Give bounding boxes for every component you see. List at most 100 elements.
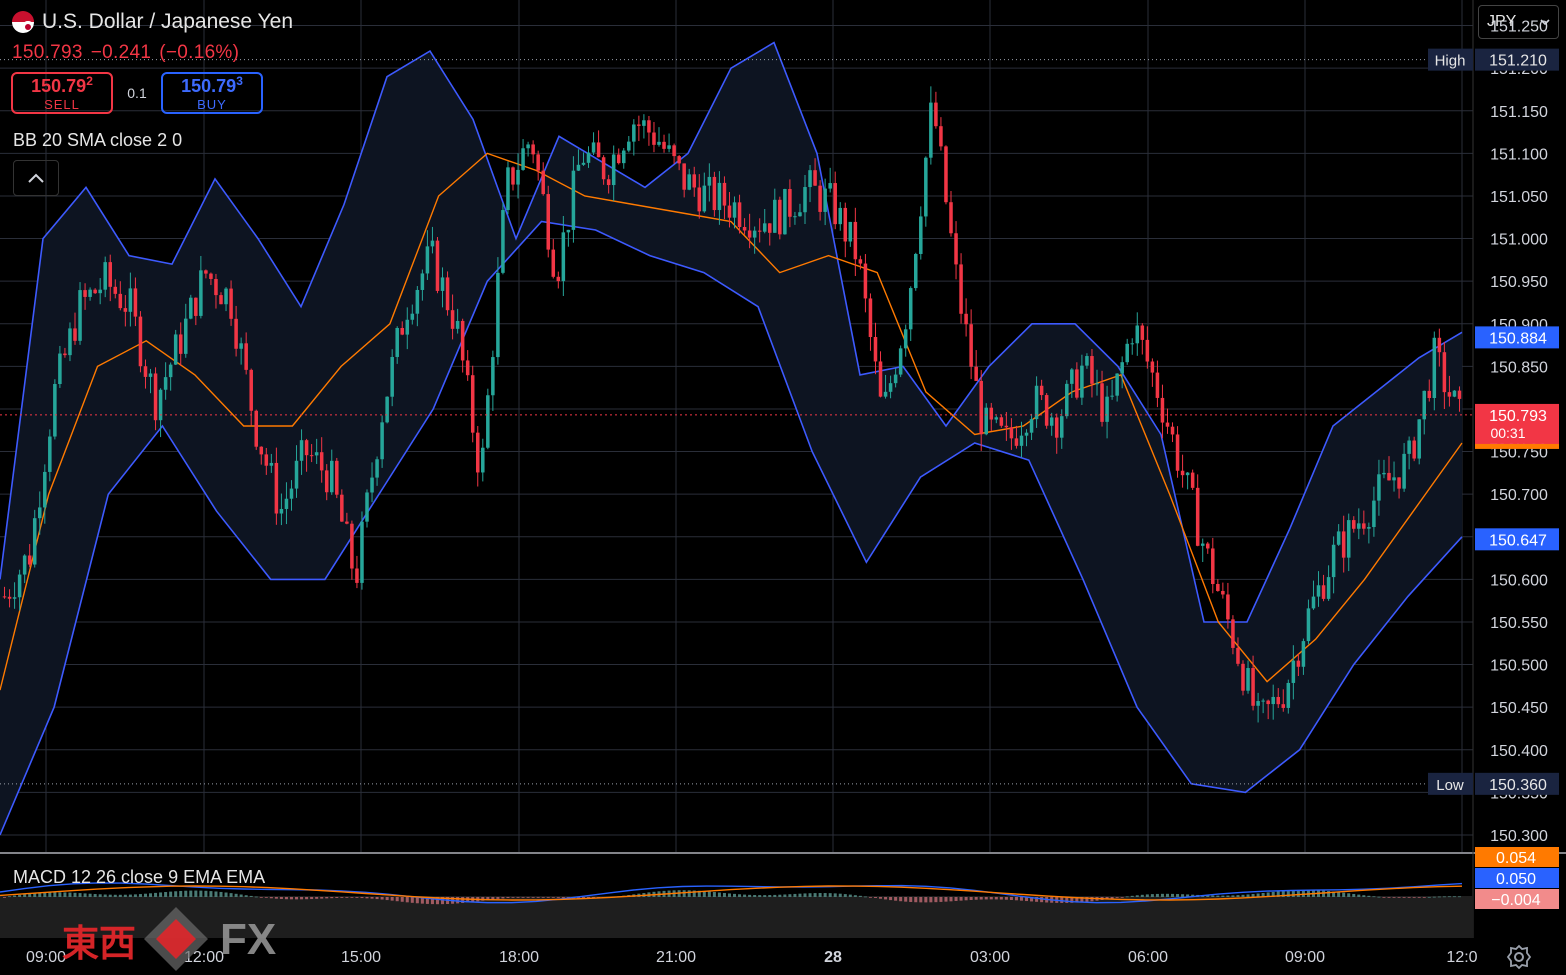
macd-histogram-bar [748, 894, 752, 897]
candle [78, 282, 82, 345]
candle [778, 196, 782, 240]
macd-histogram-bar [546, 897, 550, 898]
macd-histogram-bar [370, 897, 374, 899]
macd-histogram-bar [98, 894, 102, 897]
macd-histogram-bar [889, 897, 893, 901]
macd-histogram-bar [531, 897, 535, 898]
macd-histogram-bar [1115, 897, 1119, 898]
macd-histogram-bar [320, 897, 324, 899]
price-tick-label: 150.450 [1490, 700, 1548, 717]
candle [1241, 660, 1245, 696]
candle [1452, 390, 1457, 398]
macd-histogram-bar [108, 894, 112, 897]
macd-histogram-bar [1296, 890, 1300, 897]
macd-histogram-bar [1155, 893, 1159, 897]
candle [984, 403, 989, 436]
macd-histogram-bar [209, 891, 213, 897]
macd-histogram-bar [1171, 893, 1175, 897]
macd-histogram-bar [979, 897, 983, 900]
macd-histogram-bar [994, 897, 998, 900]
macd-histogram-bar [199, 890, 203, 897]
macd-histogram-bar [1226, 895, 1230, 897]
macd-histogram-bar [169, 891, 173, 897]
currency-select[interactable]: JPY [1478, 5, 1559, 39]
macd-histogram-bar [1437, 896, 1441, 898]
macd-histogram-bar [984, 897, 988, 900]
watermark-kanji: 東西 [62, 921, 136, 965]
macd-histogram-bar [249, 895, 253, 897]
currency-select-value: JPY [1487, 13, 1517, 30]
buy-label: BUY [197, 97, 227, 112]
macd-histogram-bar [793, 893, 797, 897]
macd-histogram-bar [884, 897, 888, 900]
macd-histogram-bar [909, 897, 913, 902]
macd-histogram-bar [365, 897, 369, 899]
macd-histogram-bar [1130, 895, 1134, 897]
macd-histogram-bar [496, 897, 500, 899]
time-tick-label: 21:00 [656, 949, 696, 966]
macd-histogram-bar [315, 897, 319, 899]
candle [254, 409, 259, 450]
macd-histogram-bar [88, 893, 92, 897]
macd-histogram-bar [1377, 896, 1381, 898]
macd-histogram-bar [385, 897, 389, 901]
macd-histogram-bar [1236, 895, 1240, 897]
macd-histogram-bar [229, 893, 233, 897]
price-chart[interactable]: 0.0540.050−0.004 151.250151.200151.15015… [0, 0, 1566, 975]
price-tick-label: 150.300 [1490, 828, 1548, 845]
buy-button[interactable]: 150.793 BUY [161, 72, 263, 114]
settings-gear-icon[interactable] [1506, 944, 1532, 970]
macd-histogram-bar [551, 897, 555, 898]
macd-histogram-bar [999, 897, 1003, 900]
macd-histogram-bar [843, 894, 847, 897]
macd-histogram-bar [868, 897, 872, 898]
usd-jpy-flag-icon [12, 11, 34, 33]
macd-histogram-bar [1352, 893, 1356, 897]
macd-histogram-bar [1357, 894, 1361, 897]
sell-button[interactable]: 150.792 SELL [11, 72, 113, 114]
price-change-pct: (−0.16%) [159, 42, 240, 63]
macd-indicator-label[interactable]: MACD 12 26 close 9 EMA EMA [13, 867, 265, 888]
macd-histogram-bar [456, 897, 460, 904]
time-tick-label: 03:00 [970, 949, 1010, 966]
macd-histogram-bar [239, 894, 243, 897]
watermark-logo: 東西 FX [62, 905, 276, 975]
collapse-indicators-button[interactable] [13, 160, 59, 196]
macd-histogram-bar [1165, 893, 1169, 897]
macd-histogram-bar [1241, 894, 1245, 897]
macd-histogram-bar [773, 894, 777, 897]
macd-histogram-bar [521, 897, 525, 898]
macd-histogram-bar [848, 894, 852, 897]
macd-histogram-bar [1145, 894, 1149, 897]
macd-histogram-bar [828, 893, 832, 897]
macd-histogram-bar [858, 895, 862, 897]
macd-histogram-bar [395, 897, 399, 902]
price-tick-label: 151.150 [1490, 104, 1548, 121]
macd-histogram-bar [954, 897, 958, 901]
candle [138, 311, 143, 373]
macd-histogram-bar [123, 894, 127, 897]
candle [712, 171, 717, 217]
macd-histogram-bar [541, 897, 545, 898]
macd-histogram-bar [1417, 897, 1421, 898]
macd-histogram-bar [1211, 895, 1215, 897]
macd-histogram-bar [763, 895, 767, 897]
macd-histogram-bar [360, 897, 364, 899]
macd-histogram-bar [400, 897, 404, 902]
macd-histogram-bar [808, 893, 812, 897]
macd-histogram-bar [83, 893, 87, 897]
macd-histogram-bar [1407, 897, 1411, 898]
macd-histogram-bar [380, 897, 384, 900]
symbol-header: U.S. Dollar / Japanese Yen [12, 10, 293, 34]
macd-histogram-bar [788, 894, 792, 897]
candle [385, 396, 389, 424]
macd-histogram-bar [73, 892, 77, 897]
low-value: 150.360 [1489, 777, 1547, 794]
candle [32, 509, 37, 568]
macd-histogram-bar [305, 897, 309, 900]
macd-histogram-bar [506, 897, 510, 899]
price-tick-label: 150.950 [1490, 274, 1548, 291]
macd-histogram-bar [18, 894, 22, 897]
bb-indicator-label[interactable]: BB 20 SMA close 2 0 [13, 130, 182, 151]
macd-histogram-bar [778, 894, 782, 897]
